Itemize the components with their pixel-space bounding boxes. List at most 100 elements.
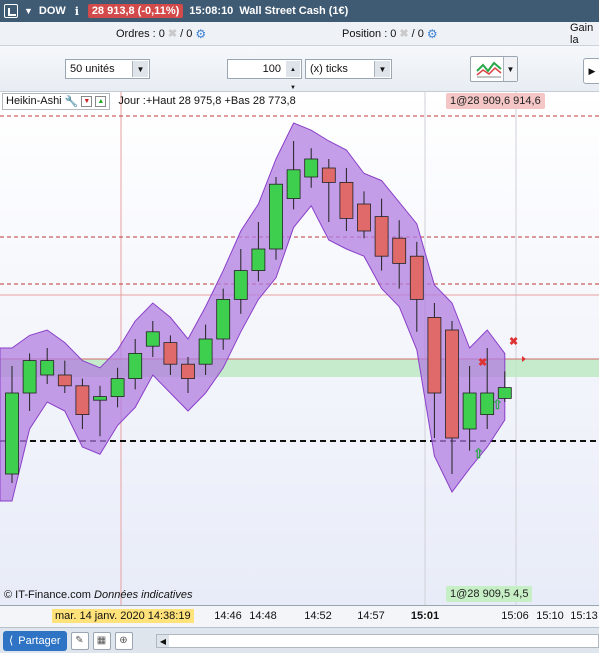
cancel-orders-icon[interactable]: ✖ — [168, 27, 177, 40]
orders-settings-icon[interactable]: ⚙ — [195, 27, 206, 41]
orders-label: Ordres : — [116, 27, 156, 40]
time-tick: 15:10 — [536, 610, 564, 622]
unit-select-value: (x) ticks — [310, 63, 348, 75]
candle-body — [357, 203, 371, 232]
share-label: Partager — [18, 634, 61, 647]
candle-body — [145, 331, 160, 347]
buy-marker-icon: ⇧ — [473, 446, 484, 461]
bottom-price-tag[interactable]: 1@28 909,5 4,5 — [446, 586, 533, 602]
candle-body — [57, 374, 72, 387]
candle-body — [75, 385, 90, 415]
panel-expand-button[interactable]: ▶ — [583, 58, 599, 84]
candle-body — [339, 182, 354, 219]
candle-body — [216, 298, 231, 340]
position-label: Position : — [342, 27, 388, 40]
candle-body — [163, 342, 178, 365]
candle-body — [269, 183, 283, 250]
candle-body — [22, 360, 37, 394]
buy-arrow-icon[interactable]: ▲ — [95, 95, 107, 107]
time-tick: 14:46 — [214, 610, 242, 622]
time-tick: 15:01 — [410, 610, 440, 622]
instrument-full-name: Wall Street Cash (1€) — [239, 5, 349, 17]
clock-time: 15:08:10 — [189, 5, 234, 17]
chart-canvas[interactable]: ✖ ✖ ⇧ ⇧ — [0, 92, 599, 605]
price-change-badge: 28 913,8 (-0,11%) — [87, 4, 184, 18]
orders-bar: Ordres : 0 ✖ / 0 ⚙ Position : 0 ✖ / 0 ⚙ … — [0, 22, 599, 46]
candle-body — [110, 378, 125, 398]
cursor-date-label: mar. 14 janv. 2020 14:38:19 — [52, 609, 194, 623]
dropdown-arrow-icon[interactable]: ▼ — [24, 6, 33, 16]
candle-body — [93, 396, 107, 401]
disclaimer-text: Données indicatives — [94, 589, 193, 601]
candle-body — [445, 329, 459, 439]
bottom-bar: ⟨ Partager ✎ ▦ ⊕ ◀ — [0, 627, 599, 653]
gain-group: Gain la — [570, 22, 599, 46]
time-tick: 15:13 — [570, 610, 598, 622]
candle-body — [462, 392, 477, 430]
position-group: Position : 0 ✖ / 0 ⚙ — [342, 27, 438, 41]
candle-body — [321, 167, 336, 183]
candle-body — [304, 158, 319, 178]
indicator-name: Heikin-Ashi — [6, 95, 62, 107]
chart-scrollbar[interactable]: ◀ — [156, 634, 599, 648]
candle-body — [409, 255, 424, 300]
distance-value: 100 — [262, 63, 281, 75]
orders-value: 0 — [158, 27, 165, 40]
copyright-notice: © IT-Finance.com Données indicatives — [4, 589, 192, 601]
candle-body — [40, 360, 55, 376]
candle-body — [392, 237, 407, 264]
orders-slash-value: / 0 — [180, 27, 193, 40]
position-value: 0 — [390, 27, 397, 40]
day-high-low: Jour :+Haut 28 975,8 +Bas 28 773,8 — [118, 95, 296, 107]
quantity-select[interactable]: 50 unités ▼ — [65, 59, 150, 79]
wrench-icon[interactable]: 🔧 — [65, 95, 79, 108]
sell-marker-icon: ✖ — [478, 357, 487, 369]
candle-body — [251, 248, 266, 272]
chart-line-icon — [476, 61, 502, 78]
drawing-tool-icon[interactable]: ✎ — [70, 631, 89, 650]
buy-marker-icon: ⇧ — [492, 397, 503, 412]
zoom-tool-icon[interactable]: ⊕ — [114, 631, 133, 650]
candle-body — [286, 169, 301, 200]
chevron-down-icon[interactable]: ▼ — [503, 57, 517, 81]
close-position-icon[interactable]: ✖ — [399, 27, 408, 40]
position-settings-icon[interactable]: ⚙ — [427, 27, 438, 41]
time-tick: 15:06 — [501, 610, 529, 622]
share-icon: ⟨ — [9, 635, 14, 647]
candle-body — [233, 270, 248, 300]
title-bar: ▼ DOW i 28 913,8 (-0,11%) 15:08:10 Wall … — [0, 0, 599, 22]
info-icon[interactable]: i — [72, 5, 82, 18]
time-tick: 14:52 — [304, 610, 332, 622]
time-tick: 14:57 — [357, 610, 385, 622]
top-price-tag[interactable]: 1@28 909,6 914,6 — [446, 93, 545, 109]
scroll-left-icon[interactable]: ◀ — [157, 635, 169, 647]
order-toolbar: 50 unités ▼ 100 ▲ ▼ (x) ticks ▼ ▼ — [0, 46, 599, 92]
indicator-label[interactable]: Heikin-Ashi 🔧 ▼ ▲ — [2, 92, 111, 110]
gain-label: Gain la — [570, 21, 594, 46]
candle-body — [427, 316, 442, 394]
position-slash-value: / 0 — [411, 27, 424, 40]
grid-tool-icon[interactable]: ▦ — [92, 631, 111, 650]
candle-body — [5, 392, 19, 475]
candle-body — [181, 363, 195, 380]
candle-body — [128, 352, 143, 379]
chart-type-button[interactable]: ▼ — [470, 56, 518, 82]
chevron-down-icon[interactable]: ▼ — [374, 61, 390, 77]
share-button[interactable]: ⟨ Partager — [3, 630, 67, 651]
candle-body — [374, 216, 389, 257]
distance-input[interactable]: 100 ▲ ▼ — [227, 59, 302, 91]
time-axis[interactable]: mar. 14 janv. 2020 14:38:19 14:46 14:48 … — [0, 605, 599, 627]
quantity-select-value: 50 unités — [70, 63, 115, 75]
copyright-text: © IT-Finance.com — [4, 589, 91, 601]
sell-marker-icon: ✖ — [509, 336, 518, 348]
time-tick: 14:48 — [249, 610, 277, 622]
candle-body — [198, 338, 213, 365]
distance-stepper[interactable]: ▲ ▼ — [286, 61, 300, 91]
price-chart[interactable]: ✖ ✖ ⇧ ⇧ Heikin-Ashi 🔧 ▼ ▲ Jour :+Haut 28… — [0, 92, 599, 605]
prorealtime-logo-icon[interactable] — [4, 4, 18, 18]
sell-arrow-icon[interactable]: ▼ — [81, 95, 93, 107]
instrument-short-name[interactable]: DOW — [39, 5, 66, 17]
orders-group: Ordres : 0 ✖ / 0 ⚙ — [116, 27, 206, 41]
unit-select[interactable]: (x) ticks ▼ — [305, 59, 392, 79]
chevron-down-icon[interactable]: ▼ — [132, 61, 148, 77]
